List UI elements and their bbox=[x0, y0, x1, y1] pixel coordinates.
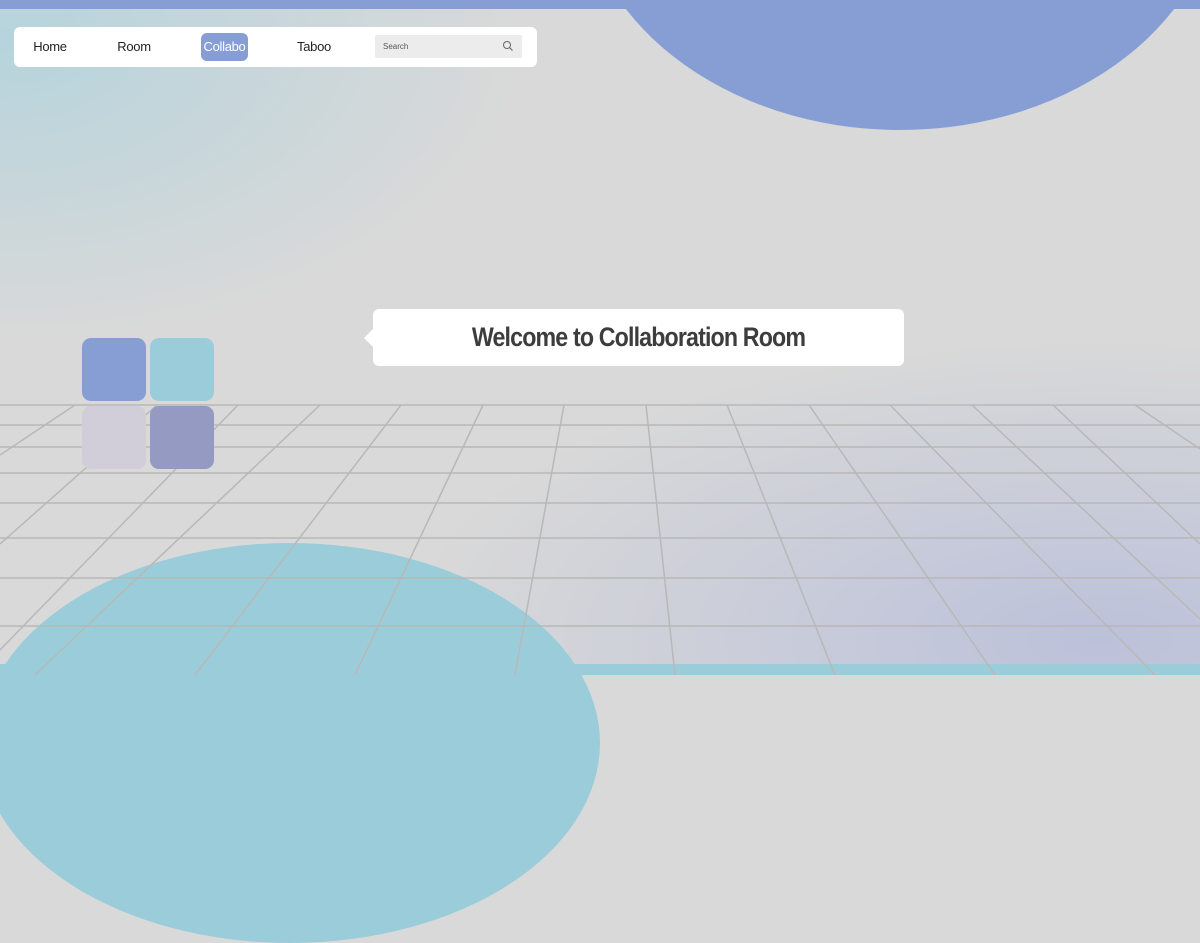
speech-pointer bbox=[364, 329, 373, 347]
search-box[interactable] bbox=[375, 35, 522, 58]
nav-room[interactable]: Room bbox=[110, 33, 158, 61]
welcome-banner: Welcome to Collaboration Room bbox=[364, 309, 904, 366]
tile-lavender bbox=[82, 406, 146, 469]
welcome-title: Welcome to Collaboration Room bbox=[471, 322, 806, 352]
search-icon[interactable] bbox=[502, 40, 514, 52]
top-navbar: Home Room Collabo Taboo bbox=[14, 27, 537, 67]
nav-taboo[interactable]: Taboo bbox=[290, 33, 338, 61]
nav-home[interactable]: Home bbox=[26, 33, 74, 61]
nav-collabo[interactable]: Collabo bbox=[201, 33, 248, 61]
tile-blue bbox=[82, 338, 146, 401]
tile-slate bbox=[150, 406, 214, 469]
tile-cyan bbox=[150, 338, 214, 401]
search-input[interactable] bbox=[375, 35, 503, 58]
